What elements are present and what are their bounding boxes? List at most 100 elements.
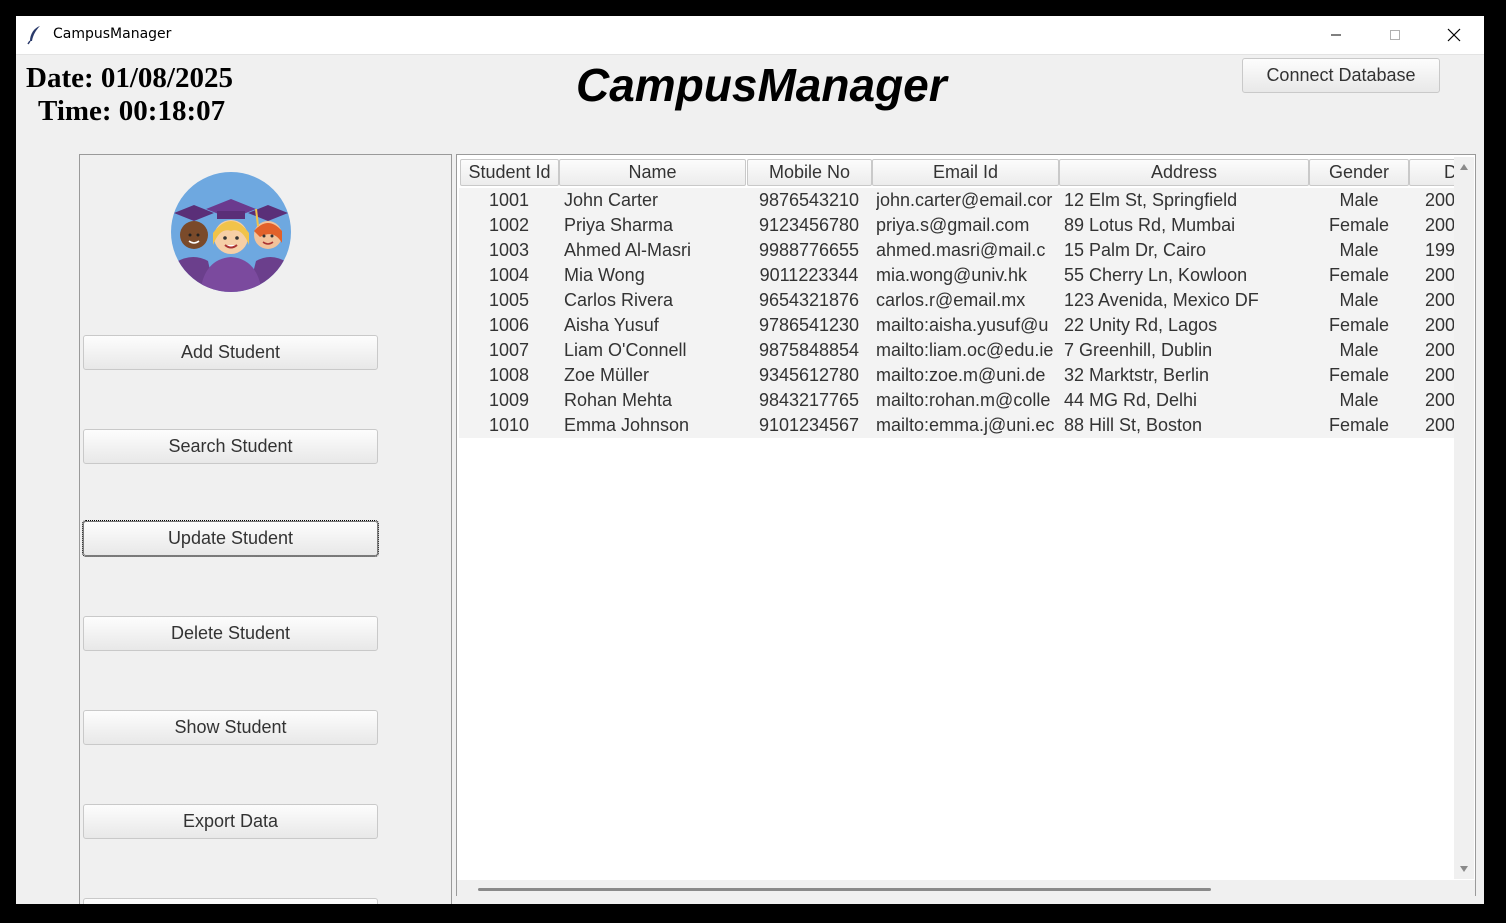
table-row[interactable]: 1001 John Carter 9876543210 john.carter@ema…: [459, 188, 1454, 213]
table-row[interactable]: 1005 Carlos Rivera 9654321876 carlos.r@emai…: [459, 288, 1454, 313]
cell-email: mailto:emma.j@uni.ec: [876, 415, 1055, 435]
cell-email: carlos.r@email.mx: [876, 290, 1026, 310]
title-bar: CampusManager: [16, 16, 1484, 55]
cell-email: ahmed.masri@mail.c: [876, 240, 1046, 260]
cell-mobile: 9654321876: [758, 290, 860, 310]
cell-mobile: 9123456780: [758, 215, 860, 235]
table-row[interactable]: 1002 Priya Sharma 9123456780 priya.s@gmail.…: [459, 213, 1454, 238]
table-row[interactable]: 1007 Liam O'Connell 9875848854 mailto:liam.…: [459, 338, 1454, 363]
cell-student-id: 1002: [488, 215, 530, 235]
cell-gender: Female: [1328, 265, 1390, 285]
close-icon: [1447, 28, 1461, 42]
cell-gender: Male: [1339, 390, 1379, 410]
cell-address: 22 Unity Rd, Lagos: [1064, 315, 1218, 335]
cell-dob: 200: [1425, 415, 1454, 435]
search-student-button[interactable]: Search Student: [83, 429, 378, 464]
cell-dob: 199: [1425, 240, 1454, 260]
minimize-icon: [1331, 34, 1341, 36]
column-header-gender[interactable]: Gender: [1309, 159, 1409, 186]
cell-dob: 200: [1425, 190, 1454, 210]
cell-mobile: 9345612780: [758, 365, 860, 385]
close-button[interactable]: [1425, 16, 1483, 54]
cell-dob: 200: [1425, 290, 1454, 310]
cell-name: Aisha Yusuf: [564, 315, 659, 335]
column-header-student-id[interactable]: Student Id: [460, 159, 559, 186]
exit-button[interactable]: [83, 898, 378, 904]
cell-address: 123 Avenida, Mexico DF: [1064, 290, 1259, 310]
column-header-email[interactable]: Email Id: [872, 159, 1059, 186]
cell-dob: 200: [1425, 315, 1454, 335]
cell-dob: 200: [1425, 365, 1454, 385]
cell-gender: Female: [1328, 215, 1390, 235]
table-viewport: Student Id Name Mobile No Email Id Addre…: [459, 157, 1454, 879]
page-title: CampusManager: [576, 59, 947, 111]
cell-name: John Carter: [564, 190, 659, 210]
sidebar: Add Student Search Student Update Studen…: [79, 154, 452, 904]
cell-student-id: 1001: [488, 190, 530, 210]
cell-name: Ahmed Al-Masri: [564, 240, 692, 260]
table-row[interactable]: 1009 Rohan Mehta 9843217765 mailto:rohan.m@…: [459, 388, 1454, 413]
time-label: Time: 00:18:07: [38, 95, 226, 127]
cell-dob: 200: [1425, 340, 1454, 360]
cell-student-id: 1006: [488, 315, 530, 335]
cell-gender: Female: [1328, 365, 1390, 385]
cell-email: mia.wong@univ.hk: [876, 265, 1028, 285]
cell-address: 15 Palm Dr, Cairo: [1064, 240, 1207, 260]
cell-mobile: 9843217765: [758, 390, 860, 410]
table-row[interactable]: 1004 Mia Wong 9011223344 mia.wong@univ.hk 55…: [459, 263, 1454, 288]
app-window: CampusManager Date: 01/08/2025 Time: 00:…: [16, 16, 1484, 904]
cell-gender: Female: [1328, 315, 1390, 335]
cell-mobile: 9011223344: [759, 265, 859, 285]
cell-name: Mia Wong: [564, 265, 645, 285]
connect-database-button[interactable]: Connect Database: [1242, 58, 1440, 93]
update-student-button[interactable]: Update Student: [82, 520, 379, 557]
cell-name: Zoe Müller: [564, 365, 650, 385]
maximize-button[interactable]: [1366, 16, 1424, 54]
cell-mobile: 9875848854: [758, 340, 860, 360]
cell-dob: 200: [1425, 390, 1454, 410]
cell-student-id: 1003: [488, 240, 530, 260]
cell-email: john.carter@email.cor: [876, 190, 1053, 210]
table-row[interactable]: 1006 Aisha Yusuf 9786541230 mailto:aisha.yu…: [459, 313, 1454, 338]
table-body: 1001 John Carter 9876543210 john.carter@ema…: [459, 188, 1454, 438]
export-data-button[interactable]: Export Data: [83, 804, 378, 839]
cell-name: Rohan Mehta: [564, 390, 673, 410]
student-table: Student Id Name Mobile No Email Id Addre…: [456, 154, 1476, 896]
table-row[interactable]: 1003 Ahmed Al-Masri 9988776655 ahmed.masri@…: [459, 238, 1454, 263]
cell-address: 55 Cherry Ln, Kowloon: [1064, 265, 1248, 285]
column-header-address[interactable]: Address: [1059, 159, 1309, 186]
delete-student-button[interactable]: Delete Student: [83, 616, 378, 651]
cell-dob: 200: [1425, 265, 1454, 285]
cell-email: mailto:rohan.m@colle: [876, 390, 1051, 410]
column-header-dob[interactable]: D: [1409, 159, 1454, 186]
cell-email: mailto:zoe.m@uni.de: [876, 365, 1046, 385]
cell-dob: 200: [1425, 215, 1454, 235]
column-header-name[interactable]: Name: [559, 159, 746, 186]
cell-address: 88 Hill St, Boston: [1064, 415, 1203, 435]
horizontal-scroll-thumb[interactable]: [478, 888, 1211, 891]
scroll-up-icon[interactable]: [1459, 163, 1469, 171]
scroll-down-icon[interactable]: [1459, 865, 1469, 873]
cell-student-id: 1008: [488, 365, 530, 385]
cell-gender: Male: [1339, 240, 1379, 260]
cell-mobile: 9101234567: [758, 415, 860, 435]
cell-student-id: 1007: [488, 340, 530, 360]
cell-student-id: 1009: [488, 390, 530, 410]
cell-gender: Male: [1339, 340, 1379, 360]
vertical-scrollbar[interactable]: [1454, 157, 1474, 879]
cell-mobile: 9876543210: [758, 190, 860, 210]
horizontal-scrollbar[interactable]: [457, 880, 1475, 898]
add-student-button[interactable]: Add Student: [83, 335, 378, 370]
cell-address: 32 Marktstr, Berlin: [1064, 365, 1210, 385]
cell-address: 12 Elm St, Springfield: [1064, 190, 1238, 210]
feather-icon: [27, 26, 40, 45]
show-student-button[interactable]: Show Student: [83, 710, 378, 745]
minimize-button[interactable]: [1307, 16, 1365, 54]
cell-student-id: 1004: [488, 265, 530, 285]
cell-gender: Male: [1339, 290, 1379, 310]
cell-email: mailto:aisha.yusuf@u: [876, 315, 1049, 335]
cell-gender: Male: [1339, 190, 1379, 210]
table-row[interactable]: 1010 Emma Johnson 9101234567 mailto:emma.j@…: [459, 413, 1454, 438]
column-header-mobile[interactable]: Mobile No: [747, 159, 872, 186]
table-row[interactable]: 1008 Zoe Müller 9345612780 mailto:zoe.m@uni…: [459, 363, 1454, 388]
